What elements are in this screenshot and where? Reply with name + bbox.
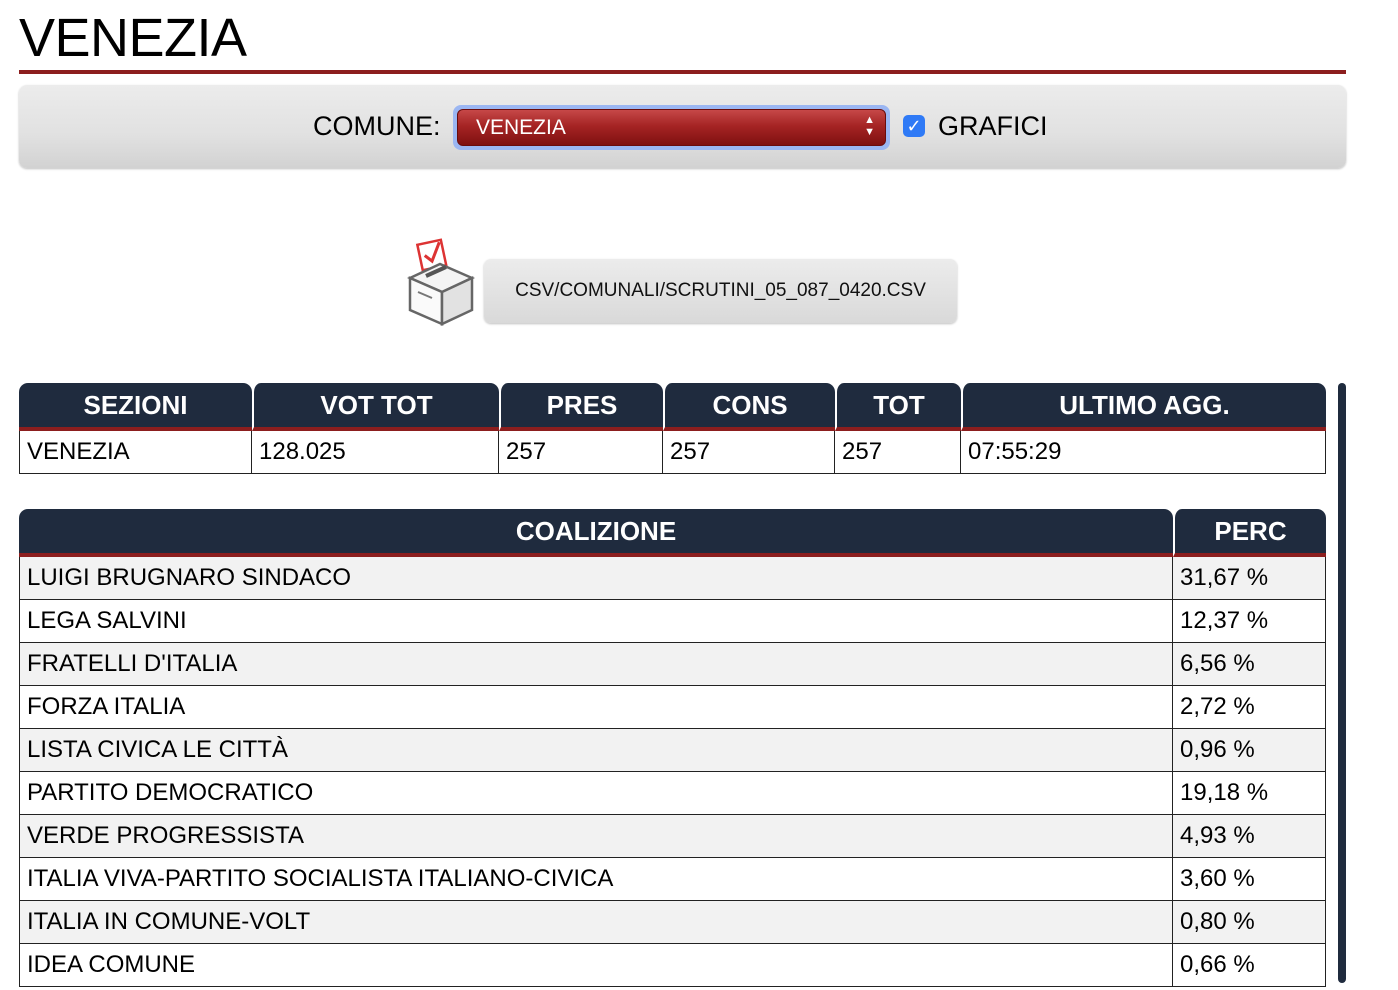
- coalizione-name: LUIGI BRUGNARO SINDACO: [19, 557, 1173, 600]
- sezioni-header-row: SEZIONI VOT TOT PRES CONS TOT ULTIMO AGG…: [19, 383, 1326, 431]
- checkmark-icon: ✓: [906, 116, 922, 136]
- coalizione-perc: 19,18 %: [1173, 772, 1326, 815]
- coalizione-perc: 12,37 %: [1173, 600, 1326, 643]
- comune-select-value: VENEZIA: [476, 116, 566, 139]
- coalizione-name: ITALIA VIVA-PARTITO SOCIALISTA ITALIANO-…: [19, 858, 1173, 901]
- table-row: FORZA ITALIA 2,72 %: [19, 686, 1326, 729]
- coalizione-name: LEGA SALVINI: [19, 600, 1173, 643]
- col-header-vot-tot[interactable]: VOT TOT: [252, 383, 499, 431]
- cell-ultimo-agg: 07:55:29: [961, 431, 1326, 474]
- col-header-coalizione[interactable]: COALIZIONE: [19, 509, 1173, 557]
- coalizione-table: COALIZIONE PERC LUIGI BRUGNARO SINDACO 31…: [19, 509, 1326, 987]
- vertical-scrollbar[interactable]: [1338, 383, 1346, 983]
- sezioni-table: SEZIONI VOT TOT PRES CONS TOT ULTIMO AGG…: [19, 383, 1326, 474]
- page-title: VENEZIA: [19, 8, 247, 68]
- coalizione-header-row: COALIZIONE PERC: [19, 509, 1326, 557]
- grafici-label[interactable]: GRAFICI: [938, 111, 1048, 141]
- coalizione-name: FRATELLI D'ITALIA: [19, 643, 1173, 686]
- coalizione-name: IDEA COMUNE: [19, 944, 1173, 987]
- coalizione-name: LISTA CIVICA LE CITTÀ: [19, 729, 1173, 772]
- table-row: PARTITO DEMOCRATICO 19,18 %: [19, 772, 1326, 815]
- col-header-pres[interactable]: PRES: [499, 383, 663, 431]
- coalizione-perc: 3,60 %: [1173, 858, 1326, 901]
- comune-label: COMUNE:: [313, 111, 441, 141]
- table-row: LISTA CIVICA LE CITTÀ 0,96 %: [19, 729, 1326, 772]
- comune-select[interactable]: VENEZIA ▲ ▼: [453, 105, 890, 150]
- coalizione-perc: 6,56 %: [1173, 643, 1326, 686]
- grafici-checkbox[interactable]: ✓: [903, 115, 925, 137]
- coalizione-perc: 0,96 %: [1173, 729, 1326, 772]
- table-row: ITALIA IN COMUNE-VOLT 0,80 %: [19, 901, 1326, 944]
- col-header-cons[interactable]: CONS: [663, 383, 835, 431]
- coalizione-name: PARTITO DEMOCRATICO: [19, 772, 1173, 815]
- cell-cons: 257: [663, 431, 835, 474]
- coalizione-perc: 31,67 %: [1173, 557, 1326, 600]
- cell-vot-tot: 128.025: [252, 431, 499, 474]
- ballot-box-icon: [406, 238, 476, 326]
- table-row: LEGA SALVINI 12,37 %: [19, 600, 1326, 643]
- cell-pres: 257: [499, 431, 663, 474]
- coalizione-perc: 4,93 %: [1173, 815, 1326, 858]
- col-header-tot[interactable]: TOT: [835, 383, 961, 431]
- coalizione-perc: 0,66 %: [1173, 944, 1326, 987]
- coalizione-name: VERDE PROGRESSISTA: [19, 815, 1173, 858]
- cell-sezioni: VENEZIA: [19, 431, 252, 474]
- title-divider: [19, 70, 1346, 74]
- filter-toolbar: COMUNE: VENEZIA ▲ ▼ ✓ GRAFICI: [19, 85, 1346, 168]
- coalizione-perc: 0,80 %: [1173, 901, 1326, 944]
- table-row: LUIGI BRUGNARO SINDACO 31,67 %: [19, 557, 1326, 600]
- table-row: IDEA COMUNE 0,66 %: [19, 944, 1326, 987]
- col-header-perc[interactable]: PERC: [1173, 509, 1326, 557]
- col-header-ultimo-agg[interactable]: ULTIMO AGG.: [961, 383, 1326, 431]
- table-row: ITALIA VIVA-PARTITO SOCIALISTA ITALIANO-…: [19, 858, 1326, 901]
- comune-select-box[interactable]: VENEZIA ▲ ▼: [457, 109, 886, 146]
- cell-tot: 257: [835, 431, 961, 474]
- csv-file-button[interactable]: CSV/COMUNALI/SCRUTINI_05_087_0420.CSV: [484, 259, 957, 323]
- table-row: VERDE PROGRESSISTA 4,93 %: [19, 815, 1326, 858]
- coalizione-name: ITALIA IN COMUNE-VOLT: [19, 901, 1173, 944]
- table-row: FRATELLI D'ITALIA 6,56 %: [19, 643, 1326, 686]
- coalizione-name: FORZA ITALIA: [19, 686, 1173, 729]
- table-row: VENEZIA 128.025 257 257 257 07:55:29: [19, 431, 1326, 474]
- coalizione-perc: 2,72 %: [1173, 686, 1326, 729]
- select-arrows-icon: ▲ ▼: [864, 114, 875, 138]
- col-header-sezioni[interactable]: SEZIONI: [19, 383, 252, 431]
